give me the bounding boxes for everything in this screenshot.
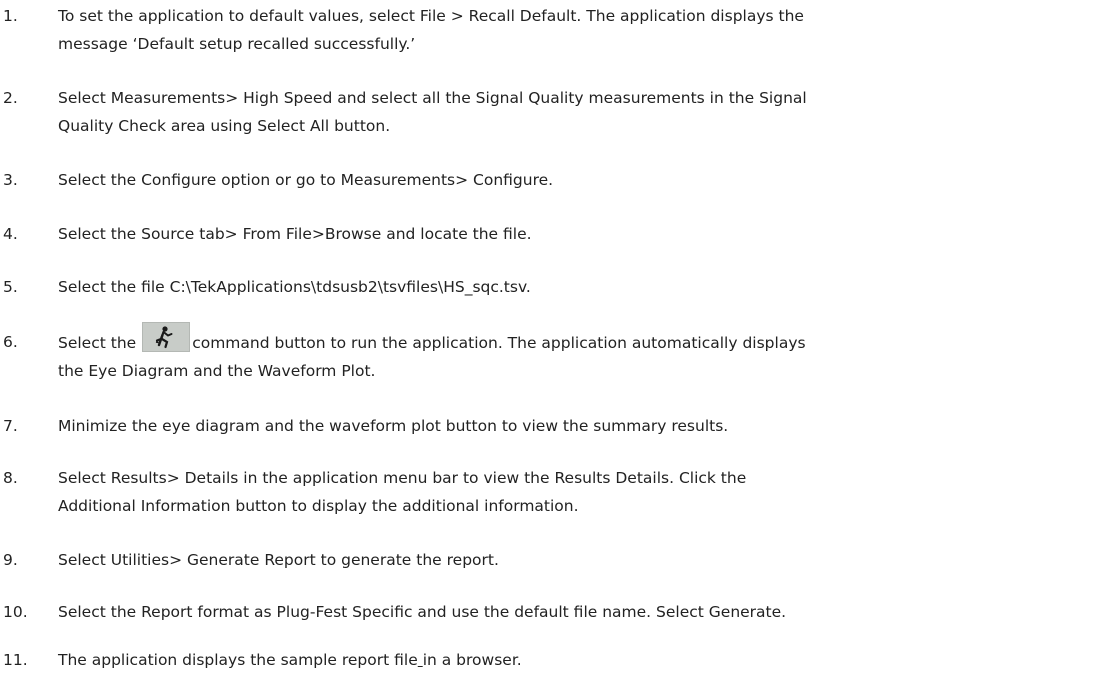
step-text-post: in a browser.: [422, 651, 522, 669]
step-number: 5.: [3, 278, 18, 296]
step-number: 1.: [3, 7, 18, 25]
step-8: 8. Select Results> Details in the applic…: [0, 464, 1095, 520]
step-text-line-1: To set the application to default values…: [58, 7, 804, 25]
step-text: Select the file C:\TekApplications\tdsus…: [58, 278, 531, 296]
step-number: 3.: [3, 171, 18, 189]
step-1: 1. To set the application to default val…: [0, 2, 1095, 58]
step-text: Select the command button to run the app…: [58, 322, 1095, 385]
step-number: 2.: [3, 89, 18, 107]
step-number: 9.: [3, 551, 18, 569]
step-text: Minimize the eye diagram and the wavefor…: [58, 417, 729, 435]
step-text: The application displays the sample repo…: [58, 646, 1095, 674]
step-text-line-2: Additional Information button to display…: [58, 497, 579, 515]
step-9: 9. Select Utilities> Generate Report to …: [0, 546, 1095, 574]
run-icon: [142, 322, 191, 352]
step-6: 6. Select the command button to run the …: [0, 322, 1095, 385]
step-text: Select the Source tab> From File>Browse …: [58, 225, 532, 243]
step-text-line-1: Select Measurements> High Speed and sele…: [58, 89, 807, 107]
step-text-post: command button to run the application. T…: [192, 334, 806, 352]
step-3: 3. Select the Configure option or go to …: [0, 166, 1095, 194]
step-number: 6.: [3, 333, 18, 351]
step-number: 8.: [3, 469, 18, 487]
step-text-pre: Select the: [58, 334, 137, 352]
step-text: Select Results> Details in the applicati…: [58, 464, 1095, 520]
step-text: To set the application to default values…: [58, 2, 1095, 58]
step-text: Select Measurements> High Speed and sele…: [58, 84, 1095, 140]
step-10: 10. Select the Report format as Plug-Fes…: [0, 598, 1095, 626]
step-text-line-2: Quality Check area using Select All butt…: [58, 117, 391, 135]
step-number: 4.: [3, 225, 18, 243]
step-4: 4. Select the Source tab> From File>Brow…: [0, 220, 1095, 248]
step-number: 7.: [3, 417, 18, 435]
step-number: 10.: [3, 603, 28, 621]
procedure-steps: 1. To set the application to default val…: [0, 0, 1095, 676]
step-text: Select Utilities> Generate Report to gen…: [58, 551, 499, 569]
step-7: 7. Minimize the eye diagram and the wave…: [0, 412, 1095, 440]
step-text-line-2: message ‘Default setup recalled successf…: [58, 35, 416, 53]
step-number: 11.: [3, 651, 28, 669]
step-text-line-1: Select Results> Details in the applicati…: [58, 469, 747, 487]
step-text: Select the Configure option or go to Mea…: [58, 171, 554, 189]
step-text-line-2: the Eye Diagram and the Waveform Plot.: [58, 362, 376, 380]
step-11: 11. The application displays the sample …: [0, 646, 1095, 674]
step-text: Select the Report format as Plug-Fest Sp…: [58, 603, 787, 621]
step-text-pre: The application displays the sample repo…: [58, 651, 418, 669]
step-5: 5. Select the file C:\TekApplications\td…: [0, 273, 1095, 301]
step-2: 2. Select Measurements> High Speed and s…: [0, 84, 1095, 140]
